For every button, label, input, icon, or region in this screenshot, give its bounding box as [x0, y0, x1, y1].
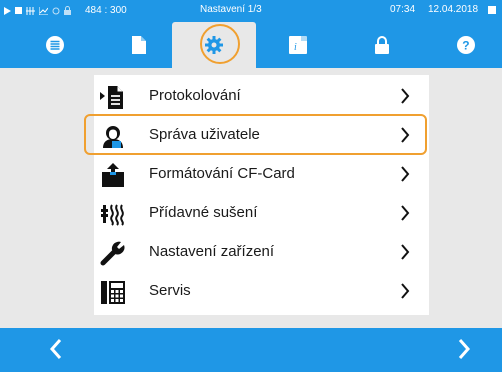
- tab-protocol[interactable]: [97, 22, 181, 68]
- help-icon: ?: [457, 36, 475, 54]
- cf-card-format-icon: [102, 163, 124, 187]
- play-icon: [4, 6, 11, 15]
- menu-item-protocol[interactable]: Protokolování: [94, 77, 429, 116]
- tab-help[interactable]: ?: [424, 22, 502, 68]
- tab-bar: i ?: [0, 22, 502, 68]
- clock-date: 12.04.2018: [428, 4, 479, 15]
- circle-icon: [52, 7, 60, 14]
- back-button[interactable]: [36, 328, 80, 372]
- settings-menu: Protokolování Správa uživatele Formátová…: [84, 75, 429, 315]
- svg-text:?: ?: [462, 39, 469, 53]
- chevron-right-icon: [401, 166, 410, 182]
- bottom-nav-bar: [0, 328, 502, 372]
- hatch-icon: [26, 6, 35, 15]
- protocol-icon: [100, 86, 123, 109]
- screen-title: Nastavení 1/3: [200, 4, 262, 15]
- chevron-right-icon: [401, 283, 410, 299]
- lock-icon: [375, 36, 389, 54]
- menu-item-label: Servis: [149, 282, 191, 299]
- menu-item-cf-card-format[interactable]: Formátování CF-Card: [94, 155, 429, 194]
- graph-icon: [39, 6, 48, 15]
- tab-lock[interactable]: [340, 22, 424, 68]
- drying-icon: [101, 204, 124, 226]
- forward-button[interactable]: [444, 328, 488, 372]
- menu-item-service[interactable]: Servis: [94, 272, 429, 311]
- chevron-right-icon: [401, 205, 410, 221]
- menu-item-label: Správa uživatele: [149, 126, 260, 143]
- chevron-right-icon: [401, 244, 410, 260]
- wrench-icon: [100, 241, 125, 266]
- list-icon: [46, 36, 64, 54]
- status-indicator: [488, 6, 496, 14]
- info-book-icon: i: [289, 36, 307, 54]
- menu-item-label: Protokolování: [149, 87, 241, 104]
- chevron-right-icon: [401, 127, 410, 143]
- document-icon: [132, 36, 146, 54]
- menu-item-additional-drying[interactable]: Přídavné sušení: [94, 194, 429, 233]
- menu-item-label: Nastavení zařízení: [149, 243, 275, 260]
- svg-text:i: i: [294, 42, 297, 53]
- service-icon: [101, 281, 125, 304]
- lock-icon: [64, 6, 71, 15]
- user-icon: [103, 126, 123, 148]
- menu-item-user-management[interactable]: Správa uživatele: [84, 114, 429, 155]
- clock-time: 07:34: [390, 4, 416, 15]
- tab-list[interactable]: [13, 22, 97, 68]
- tab-highlight-ring: [200, 24, 240, 64]
- status-bar: 484 : 300 Nastavení 1/3 07:34 12.04.2018: [0, 0, 502, 22]
- tab-info[interactable]: i: [256, 22, 340, 68]
- status-icons: 484 : 300: [4, 5, 127, 16]
- menu-item-label: Formátování CF-Card: [149, 165, 295, 182]
- tab-settings[interactable]: [172, 22, 256, 68]
- chevron-left-icon: [49, 339, 62, 359]
- chevron-right-icon: [458, 339, 471, 359]
- menu-item-device-settings[interactable]: Nastavení zařízení: [94, 233, 429, 272]
- chevron-right-icon: [401, 88, 410, 104]
- menu-item-label: Přídavné sušení: [149, 204, 258, 221]
- stop-icon: [15, 7, 22, 14]
- coords-readout: 484 : 300: [85, 5, 127, 16]
